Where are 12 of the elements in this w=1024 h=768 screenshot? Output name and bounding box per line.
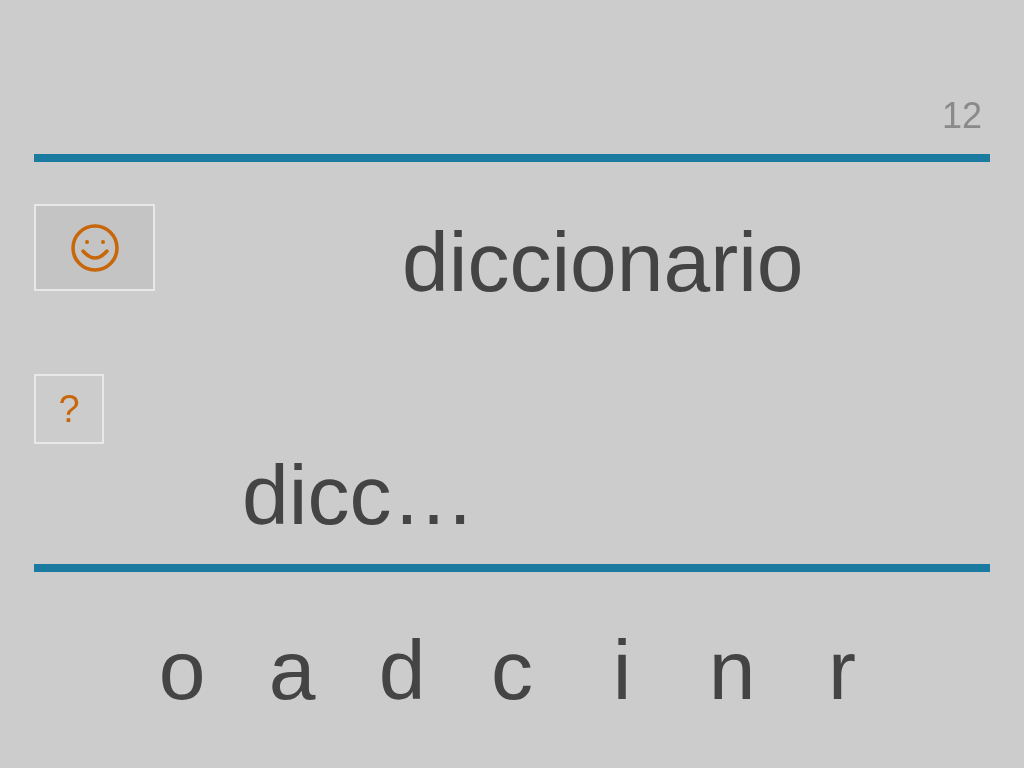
page-counter: 12 [941,96,982,136]
smiley-icon [69,222,120,273]
letter-tile[interactable]: o [127,625,237,715]
letter-tile[interactable]: c [457,625,567,715]
letter-tile[interactable]: n [677,625,787,715]
target-word: diccionario [402,217,804,307]
letter-tile[interactable]: d [347,625,457,715]
smiley-button[interactable] [34,204,155,291]
letter-tile[interactable]: r [787,625,897,715]
letter-tile[interactable]: a [237,625,347,715]
answer-text: dicc… [242,448,476,542]
letter-tile[interactable]: i [567,625,677,715]
